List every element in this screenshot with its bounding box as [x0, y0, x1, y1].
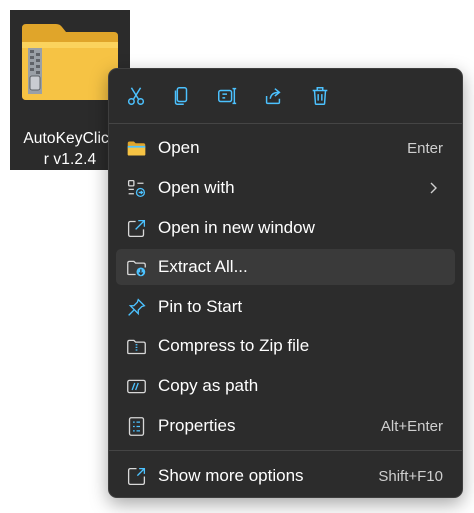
- menu-item-label: Pin to Start: [158, 297, 243, 316]
- desktop-stage: AutoKeyClick r v1.2.4 Open Enter Open wi…: [0, 0, 474, 513]
- open-with-icon: [126, 178, 147, 199]
- chevron-right-icon: [430, 182, 437, 194]
- context-menu: Open Enter Open with Open in new window …: [108, 68, 463, 498]
- menu-item-shortcut: Enter: [407, 140, 443, 157]
- menu-item-label: Copy as path: [158, 376, 259, 395]
- copy-button[interactable]: [164, 79, 198, 113]
- share-icon: [265, 88, 281, 105]
- menu-item-open-with[interactable]: Open with: [116, 170, 455, 206]
- menu-item-extract-all[interactable]: Extract All...: [116, 249, 455, 285]
- cut-button[interactable]: [119, 79, 153, 113]
- copy-icon: [174, 87, 188, 105]
- menu-item-compress-zip[interactable]: Compress to Zip file: [116, 328, 455, 364]
- menu-item-properties[interactable]: Properties Alt+Enter: [116, 408, 455, 444]
- pin-icon: [126, 297, 147, 318]
- menu-item-shortcut: Shift+F10: [378, 468, 443, 485]
- menu-item-show-more-options[interactable]: Show more options Shift+F10: [116, 458, 455, 494]
- menu-item-pin-to-start[interactable]: Pin to Start: [116, 289, 455, 325]
- menu-item-label: Compress to Zip file: [158, 336, 310, 355]
- zip-folder-icon: [22, 24, 118, 100]
- trash-icon: [312, 87, 328, 105]
- folder-icon: [126, 138, 147, 159]
- copy-path-icon: [126, 376, 147, 397]
- show-more-icon: [126, 466, 147, 487]
- quick-action-bar: [109, 79, 462, 115]
- menu-separator: [109, 123, 462, 124]
- open-new-window-icon: [126, 218, 147, 239]
- rename-button[interactable]: [210, 79, 244, 113]
- menu-separator: [109, 450, 462, 451]
- menu-item-open-new-window[interactable]: Open in new window: [116, 210, 455, 246]
- properties-icon: [126, 416, 147, 437]
- compress-icon: [126, 336, 147, 357]
- menu-item-shortcut: Alt+Enter: [380, 418, 443, 435]
- menu-item-copy-as-path[interactable]: Copy as path: [116, 368, 455, 404]
- menu-item-label: Open in new window: [158, 218, 315, 237]
- menu-item-label: Extract All...: [158, 257, 248, 276]
- extract-icon: [126, 257, 147, 278]
- share-button[interactable]: [256, 79, 290, 113]
- menu-item-label: Show more options: [158, 466, 304, 485]
- scissors-icon: [127, 87, 145, 105]
- menu-item-label: Open with: [158, 178, 235, 197]
- delete-button[interactable]: [303, 79, 337, 113]
- rename-icon: [218, 87, 237, 105]
- menu-item-open[interactable]: Open Enter: [116, 130, 455, 166]
- menu-item-label: Properties: [158, 416, 236, 435]
- menu-item-label: Open: [158, 138, 200, 157]
